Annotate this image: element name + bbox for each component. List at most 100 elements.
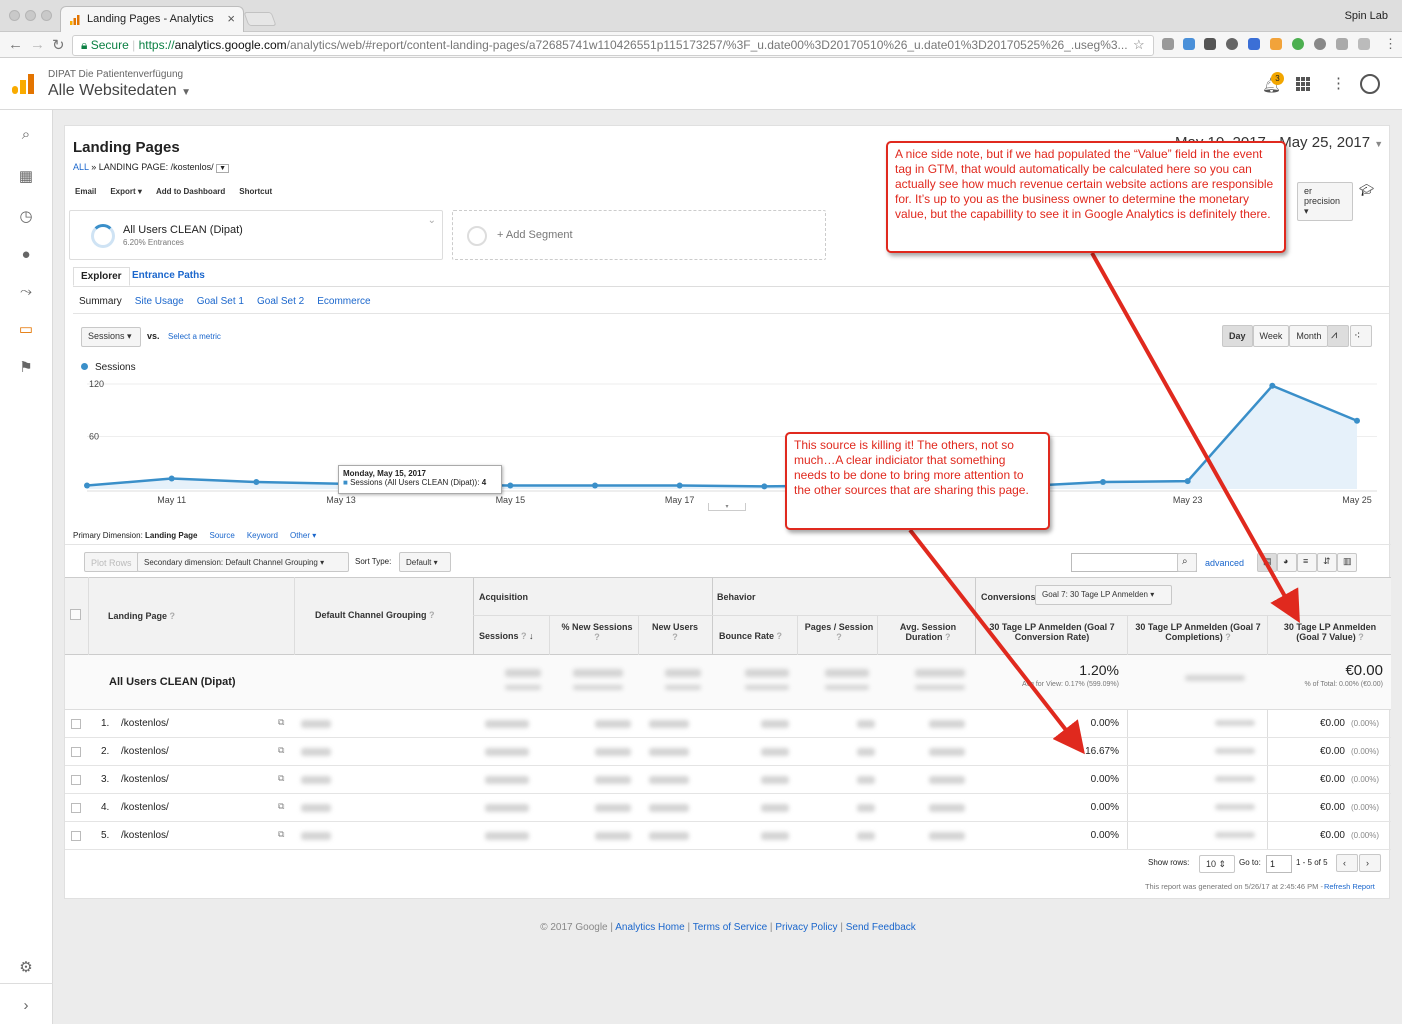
col-landing-page[interactable]: Landing Page ?	[108, 611, 175, 621]
bar-view-icon[interactable]: ≡	[1297, 553, 1317, 572]
acquisition-icon[interactable]: ⤳	[15, 280, 37, 302]
flag-icon[interactable]: ⚑	[15, 356, 37, 378]
forward-icon[interactable]: →	[30, 36, 45, 53]
close-window-button[interactable]	[9, 10, 20, 21]
row-landing-page[interactable]: /kostenlos/	[121, 802, 169, 813]
secondary-dimension-select[interactable]: Secondary dimension: Default Channel Gro…	[137, 552, 349, 572]
search-icon[interactable]: ⌕	[15, 123, 37, 145]
open-link-icon[interactable]: ⧉	[278, 773, 284, 784]
subtab-ecommerce[interactable]: Ecommerce	[317, 296, 370, 307]
row-landing-page[interactable]: /kostenlos/	[121, 830, 169, 841]
property-selector[interactable]: Alle Websitedaten ▼	[48, 82, 191, 100]
open-link-icon[interactable]: ⧉	[278, 801, 284, 812]
advanced-filter-link[interactable]: advanced	[1205, 558, 1244, 568]
col-new-sessions[interactable]: % New Sessions?	[555, 622, 639, 642]
account-avatar-icon[interactable]	[1360, 74, 1380, 94]
sort-type-select[interactable]: Default ▾	[399, 552, 451, 572]
col-pages-per-session[interactable]: Pages / Session?	[803, 622, 875, 642]
table-view-icon[interactable]: ▤	[1257, 553, 1277, 572]
col-sessions[interactable]: Sessions ? ↓	[479, 631, 534, 641]
month-button[interactable]: Month	[1289, 325, 1329, 347]
person-icon[interactable]: ●	[15, 243, 37, 265]
row-landing-page[interactable]: /kostenlos/	[121, 718, 169, 729]
pivot-view-icon[interactable]: ▥	[1337, 553, 1357, 572]
dashboard-icon[interactable]: ▦	[15, 165, 37, 187]
analytics-logo-icon[interactable]	[12, 74, 34, 94]
bookmark-star-icon[interactable]: ☆	[1133, 37, 1145, 53]
subtab-site-usage[interactable]: Site Usage	[135, 296, 184, 307]
pie-view-icon[interactable]: ◕	[1277, 553, 1297, 572]
tab-explorer[interactable]: Explorer	[73, 267, 130, 286]
select-metric-link[interactable]: Select a metric	[168, 332, 221, 341]
chart-resize-handle[interactable]: ▾	[708, 503, 746, 511]
close-tab-icon[interactable]: ×	[227, 11, 235, 26]
sessions-line-chart[interactable]: 120 60 May 11 May 13 May 15 May 17 May 23 May 2…	[65, 376, 1391, 510]
footer-terms[interactable]: Terms of Service	[693, 922, 767, 933]
col-goal7-conversion-rate[interactable]: 30 Tage LP Anmelden (Goal 7 Conversion R…	[981, 622, 1123, 642]
extension-icon[interactable]	[1270, 38, 1282, 50]
tab-entrance-paths[interactable]: Entrance Paths	[132, 270, 205, 281]
col-goal7-completions[interactable]: 30 Tage LP Anmelden (Goal 7 Completions)…	[1131, 622, 1265, 642]
motion-chart-icon[interactable]: ⁖	[1350, 325, 1372, 347]
row-checkbox[interactable]	[71, 747, 81, 757]
day-button[interactable]: Day	[1222, 325, 1253, 347]
export-action[interactable]: Export ▾	[110, 187, 142, 196]
extension-icon[interactable]	[1204, 38, 1216, 50]
more-vert-icon[interactable]: ⋮	[1331, 74, 1346, 92]
email-action[interactable]: Email	[75, 187, 96, 196]
segment-card[interactable]: All Users CLEAN (Dipat) 6.20% Entrances …	[69, 210, 443, 260]
search-icon[interactable]: ⌕	[1177, 553, 1197, 572]
select-all-checkbox[interactable]	[70, 609, 81, 620]
col-avg-session-duration[interactable]: Avg. Session Duration ?	[895, 622, 961, 642]
extension-icon[interactable]	[1248, 38, 1260, 50]
row-landing-page[interactable]: /kostenlos/	[121, 746, 169, 757]
clock-icon[interactable]: ◷	[15, 205, 37, 227]
extension-icon[interactable]	[1314, 38, 1326, 50]
expand-chevron-icon[interactable]: ›	[15, 994, 37, 1016]
browser-menu-icon[interactable]: ⋮	[1384, 36, 1397, 52]
extension-icon[interactable]	[1162, 38, 1174, 50]
goto-input[interactable]: 1	[1266, 855, 1292, 873]
col-goal7-value[interactable]: 30 Tage LP Anmelden (Goal 7 Value) ?	[1277, 622, 1383, 642]
apps-grid-icon[interactable]	[1296, 77, 1310, 91]
footer-feedback[interactable]: Send Feedback	[846, 922, 916, 933]
metric-select[interactable]: Sessions ▾	[81, 327, 141, 347]
row-checkbox[interactable]	[71, 719, 81, 729]
settings-gear-icon[interactable]: ⚙	[15, 956, 37, 978]
primary-dim-other[interactable]: Other ▾	[290, 531, 316, 540]
subtab-goal-set-2[interactable]: Goal Set 2	[257, 296, 304, 307]
breadcrumb-all[interactable]: ALL	[73, 162, 89, 172]
extension-icon[interactable]	[1358, 38, 1370, 50]
extension-icon[interactable]	[1292, 38, 1304, 50]
maximize-window-button[interactable]	[41, 10, 52, 21]
chevron-down-icon[interactable]: ⌄	[428, 215, 436, 226]
plot-rows-button[interactable]: Plot Rows	[84, 552, 139, 572]
prev-page-icon[interactable]: ‹	[1336, 854, 1358, 872]
add-to-dashboard-action[interactable]: Add to Dashboard	[156, 187, 225, 196]
show-rows-select[interactable]: 10 ⇕	[1199, 855, 1235, 873]
col-default-channel-grouping[interactable]: Default Channel Grouping ?	[315, 610, 435, 620]
refresh-report-link[interactable]: Refresh Report	[1324, 882, 1375, 891]
reload-icon[interactable]: ↻	[52, 36, 65, 54]
browser-tab[interactable]: Landing Pages - Analytics ×	[60, 6, 244, 32]
subtab-summary[interactable]: Summary	[79, 296, 122, 307]
row-checkbox[interactable]	[71, 775, 81, 785]
extension-icon[interactable]	[1336, 38, 1348, 50]
back-icon[interactable]: ←	[8, 36, 23, 53]
extension-icon[interactable]	[1183, 38, 1195, 50]
new-tab-button[interactable]	[243, 12, 277, 26]
profile-name[interactable]: Spin Lab	[1345, 10, 1388, 22]
behavior-icon[interactable]: ▭	[15, 318, 37, 340]
url-bar[interactable]: 🔒︎ Secure | https://analytics.google.com…	[72, 35, 1154, 56]
extension-icon[interactable]	[1226, 38, 1238, 50]
footer-analytics-home[interactable]: Analytics Home	[615, 922, 684, 933]
col-bounce-rate[interactable]: Bounce Rate ?	[719, 631, 782, 641]
col-new-users[interactable]: New Users?	[643, 622, 707, 642]
open-link-icon[interactable]: ⧉	[278, 717, 284, 728]
goal-select[interactable]: Goal 7: 30 Tage LP Anmelden ▾	[1035, 585, 1172, 605]
line-chart-icon[interactable]: ⩘	[1327, 325, 1349, 347]
row-landing-page[interactable]: /kostenlos/	[121, 774, 169, 785]
primary-dim-source[interactable]: Source	[209, 531, 234, 540]
row-checkbox[interactable]	[71, 831, 81, 841]
row-checkbox[interactable]	[71, 803, 81, 813]
